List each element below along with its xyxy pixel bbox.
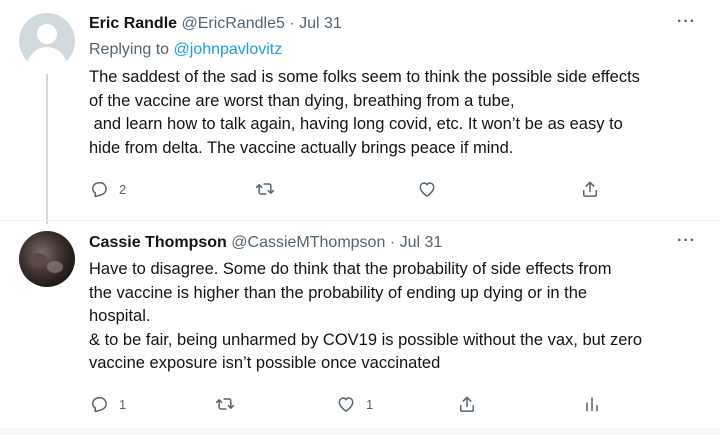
tweet-date[interactable]: Jul 31: [400, 234, 443, 251]
reply-count: 1: [119, 396, 127, 412]
replying-to: Replying to @johnpavlovitz: [89, 40, 282, 60]
display-name[interactable]: Eric Randle: [89, 15, 177, 32]
reply-icon: [92, 397, 107, 413]
more-icon[interactable]: ···: [677, 13, 696, 31]
avatar[interactable]: [19, 231, 75, 287]
retweet-button[interactable]: [215, 394, 235, 414]
separator: ·: [389, 234, 396, 251]
retweet-icon: [215, 398, 235, 410]
separator: ·: [289, 15, 295, 32]
tweet-header: Eric Randle @EricRandle5 · Jul 31: [89, 14, 342, 34]
share-button[interactable]: [457, 394, 477, 414]
tweet-date[interactable]: Jul 31: [299, 15, 342, 32]
timeline-separator: [0, 428, 720, 435]
retweet-icon: [255, 183, 275, 195]
reply-icon: [92, 182, 107, 198]
avatar[interactable]: [19, 13, 75, 69]
heart-icon: [338, 397, 354, 412]
share-button[interactable]: [580, 179, 600, 199]
tweet-text: The saddest of the sad is some folks see…: [89, 68, 640, 157]
share-icon: [583, 181, 597, 197]
analytics-icon: [586, 397, 598, 412]
reply-button[interactable]: 2: [89, 179, 126, 199]
share-icon: [460, 396, 474, 412]
reply-count: 2: [119, 181, 127, 197]
retweet-button[interactable]: [255, 179, 275, 199]
display-name[interactable]: Cassie Thompson: [89, 234, 227, 251]
reply-button[interactable]: 1: [89, 394, 126, 414]
more-icon[interactable]: ···: [677, 232, 696, 250]
user-handle[interactable]: @CassieMThompson: [231, 234, 385, 251]
like-count: 1: [366, 396, 374, 412]
user-handle[interactable]: @EricRandle5: [181, 15, 284, 32]
tweet-header: Cassie Thompson @CassieMThompson · Jul 3…: [89, 233, 442, 253]
heart-icon: [419, 182, 435, 197]
analytics-button[interactable]: [582, 394, 602, 414]
thread-line: [46, 74, 48, 224]
like-button[interactable]: [417, 179, 437, 199]
reply-mention-link[interactable]: @johnpavlovitz: [174, 41, 283, 58]
like-button[interactable]: 1: [336, 394, 373, 414]
tweet-text: Have to disagree. Some do think that the…: [89, 260, 643, 372]
tweet-divider: [0, 220, 720, 221]
replying-to-label: Replying to: [89, 41, 170, 58]
